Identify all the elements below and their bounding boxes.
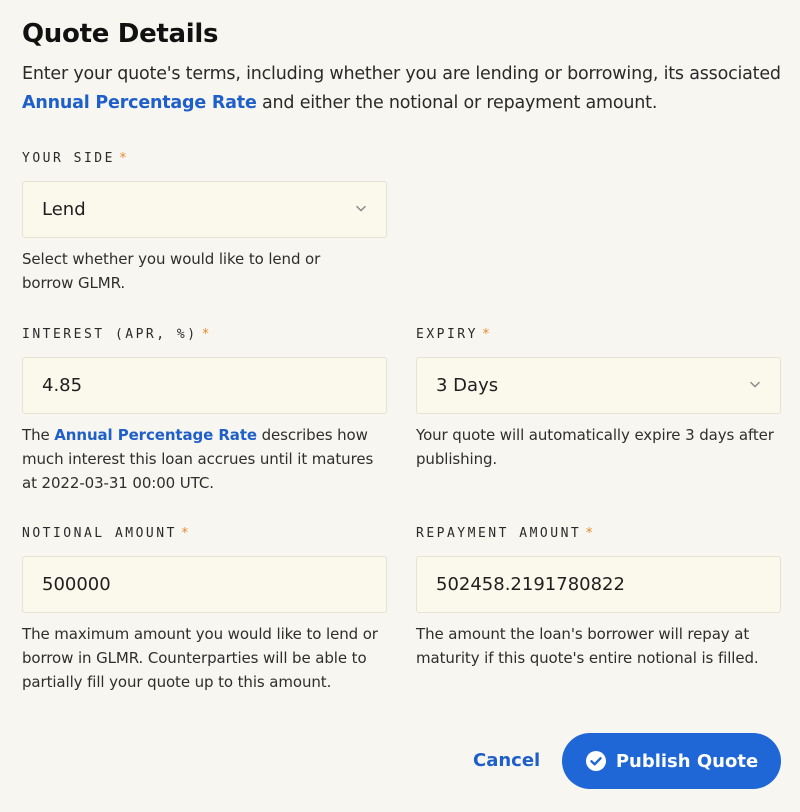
interest-help-start: The	[22, 426, 55, 444]
check-circle-icon	[585, 751, 606, 771]
repayment-help: The amount the loan's borrower will repa…	[416, 625, 759, 667]
side-select[interactable]: Lend	[22, 181, 387, 238]
notional-input[interactable]: 500000	[22, 556, 387, 613]
expiry-label: EXPIRY *	[416, 327, 490, 343]
expiry-select-value: 3 Days	[436, 375, 499, 396]
apr-help-link[interactable]: Annual Percentage Rate	[54, 426, 257, 444]
interest-label: INTEREST (APR, %) *	[22, 327, 209, 343]
expiry-help: Your quote will automatically expire 3 d…	[416, 426, 774, 468]
notional-input-value: 500000	[42, 574, 111, 595]
expiry-label-text: EXPIRY	[416, 327, 478, 342]
intro-text: Enter your quote's terms, including whet…	[22, 60, 782, 118]
repayment-label: REPAYMENT AMOUNT *	[416, 526, 593, 542]
publish-quote-button[interactable]: Publish Quote	[562, 733, 781, 789]
side-select-value: Lend	[42, 199, 86, 220]
publish-quote-label: Publish Quote	[615, 750, 759, 772]
page-title: Quote Details	[22, 19, 219, 49]
side-label-text: YOUR SIDE	[22, 151, 115, 166]
chevron-down-icon	[356, 205, 366, 211]
interest-input[interactable]: 4.85	[22, 357, 387, 414]
cancel-button[interactable]: Cancel	[473, 748, 540, 774]
intro-text-end: and either the notional or repayment amo…	[256, 93, 658, 113]
required-marker: *	[201, 327, 210, 342]
apr-link[interactable]: Annual Percentage Rate	[22, 93, 257, 113]
required-marker: *	[118, 151, 127, 166]
required-marker: *	[180, 526, 189, 541]
interest-input-value: 4.85	[42, 375, 83, 396]
notional-help: The maximum amount you would like to len…	[22, 625, 378, 691]
intro-text-start: Enter your quote's terms, including whet…	[22, 64, 781, 84]
interest-help: The Annual Percentage Rate describes how…	[22, 423, 387, 495]
interest-label-text: INTEREST (APR, %)	[22, 327, 198, 342]
side-help: Select whether you would like to lend or…	[22, 250, 321, 292]
side-label: YOUR SIDE *	[22, 151, 127, 167]
repayment-input-value: 502458.2191780822	[436, 574, 625, 595]
required-marker: *	[481, 327, 490, 342]
repayment-input[interactable]: 502458.2191780822	[416, 556, 781, 613]
chevron-down-icon	[750, 381, 760, 387]
notional-label-text: NOTIONAL AMOUNT	[22, 526, 177, 541]
quote-details-form: Quote Details Enter your quote's terms, …	[0, 0, 800, 812]
required-marker: *	[585, 526, 594, 541]
repayment-label-text: REPAYMENT AMOUNT	[416, 526, 582, 541]
expiry-select[interactable]: 3 Days	[416, 357, 781, 414]
notional-label: NOTIONAL AMOUNT *	[22, 526, 189, 542]
